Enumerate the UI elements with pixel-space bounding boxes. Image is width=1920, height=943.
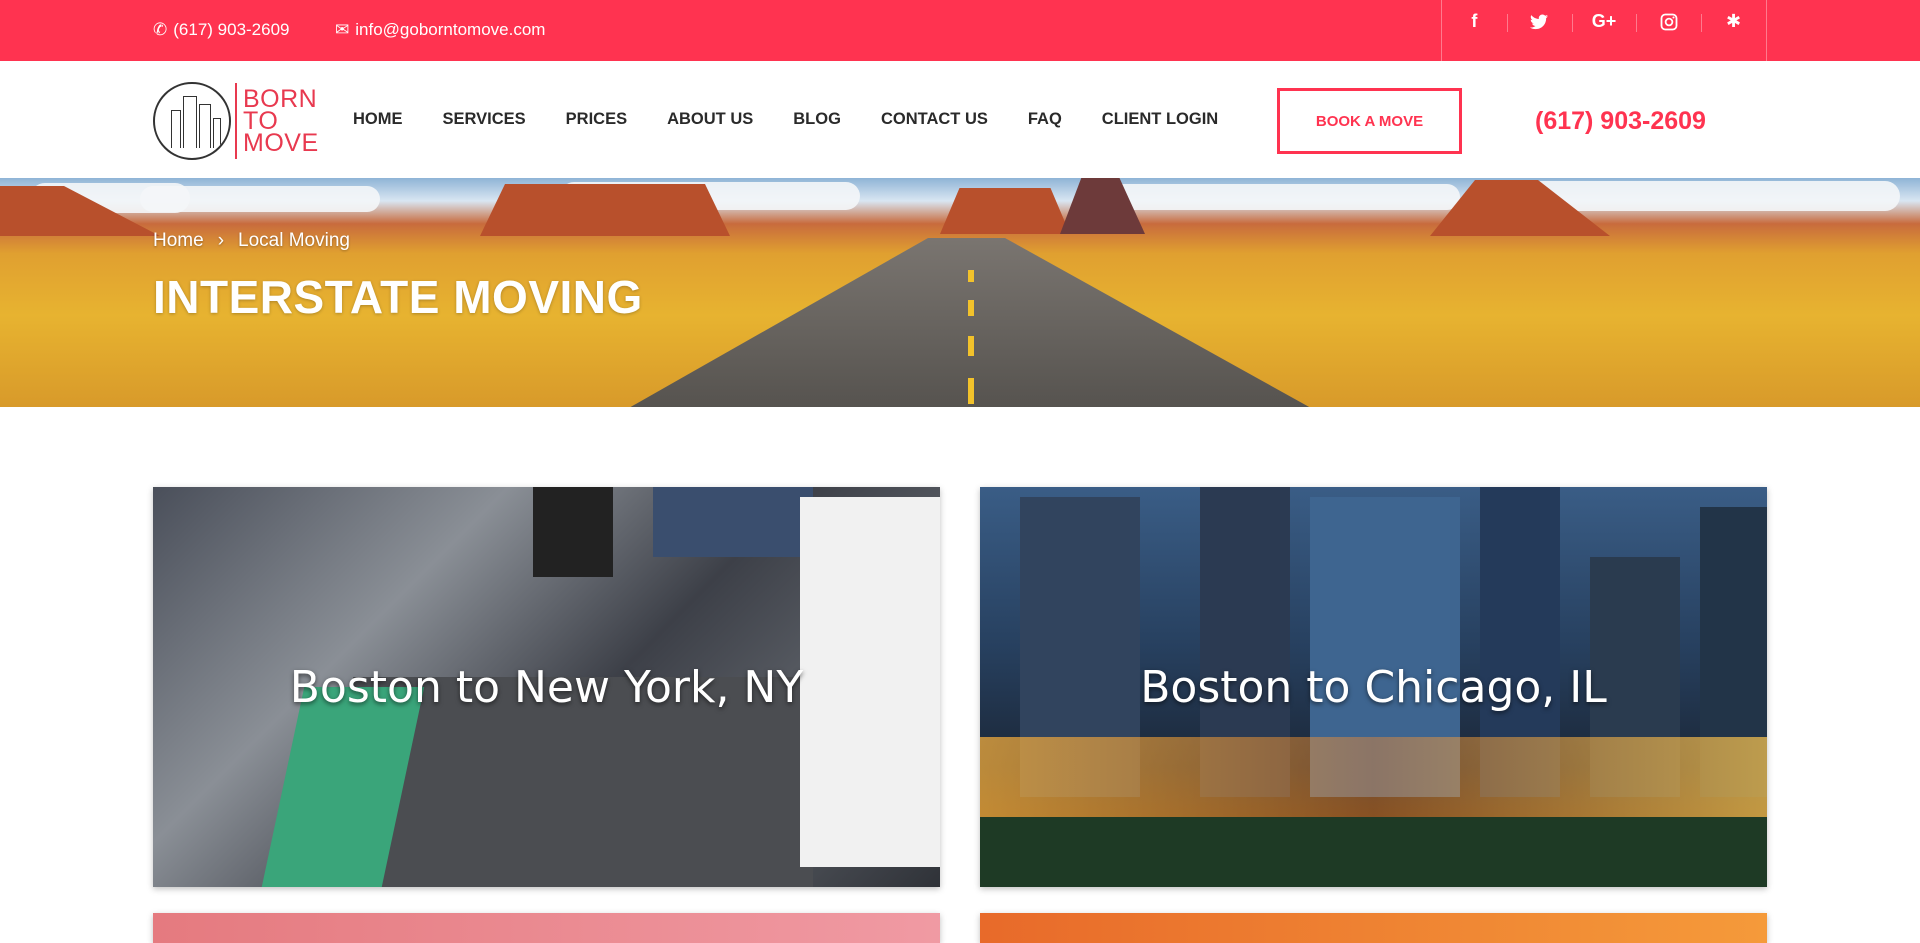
nav-services[interactable]: SERVICES [443, 110, 526, 129]
nav-client-login[interactable]: CLIENT LOGIN [1102, 110, 1218, 129]
logo[interactable]: BORN TO MOVE [153, 81, 325, 161]
route-card-boston-new-york[interactable]: Boston to New York, NY [153, 487, 940, 887]
nav-blog[interactable]: BLOG [793, 110, 841, 129]
phone-icon: ✆ [153, 20, 168, 39]
top-bar: ✆ (617) 903-2609 ✉ info@goborntomove.com… [0, 0, 1920, 61]
skyline-icon [153, 82, 231, 160]
chevron-right-icon: › [217, 230, 225, 251]
topbar-phone-text: (617) 903-2609 [173, 20, 290, 39]
header-phone-link[interactable]: (617) 903-2609 [1535, 107, 1706, 136]
route-card-boston-chicago[interactable]: Boston to Chicago, IL [980, 487, 1767, 887]
social-links: f G+ ✱ [1441, 0, 1767, 61]
topbar-email-link[interactable]: ✉ info@goborntomove.com [335, 20, 545, 40]
route-card-partial-2[interactable] [980, 913, 1767, 943]
breadcrumb: Home › Local Moving [153, 230, 350, 252]
main-nav: HOME SERVICES PRICES ABOUT US BLOG CONTA… [353, 110, 1218, 129]
facebook-icon[interactable]: f [1442, 0, 1507, 61]
breadcrumb-current: Local Moving [238, 230, 350, 251]
route-card-label: Boston to Chicago, IL [1140, 661, 1607, 713]
logo-text: BORN TO MOVE [243, 85, 319, 157]
nav-faq[interactable]: FAQ [1028, 110, 1062, 129]
google-plus-icon[interactable]: G+ [1571, 0, 1637, 61]
page-title: INTERSTATE MOVING [153, 271, 643, 323]
instagram-icon[interactable] [1636, 0, 1701, 61]
route-card-label: Boston to New York, NY [289, 661, 804, 713]
envelope-icon: ✉ [335, 20, 350, 39]
nav-home[interactable]: HOME [353, 110, 403, 129]
hero-banner: Home › Local Moving INTERSTATE MOVING [0, 178, 1920, 407]
nav-about-us[interactable]: ABOUT US [667, 110, 753, 129]
nav-prices[interactable]: PRICES [566, 110, 627, 129]
twitter-icon[interactable] [1506, 0, 1572, 61]
route-card-partial-1[interactable] [153, 913, 940, 943]
yelp-icon[interactable]: ✱ [1701, 0, 1766, 61]
nav-contact-us[interactable]: CONTACT US [881, 110, 988, 129]
book-a-move-button[interactable]: BOOK A MOVE [1277, 88, 1462, 154]
topbar-email-text: info@goborntomove.com [355, 20, 546, 39]
breadcrumb-home[interactable]: Home [153, 230, 204, 252]
topbar-phone-link[interactable]: ✆ (617) 903-2609 [153, 20, 290, 40]
